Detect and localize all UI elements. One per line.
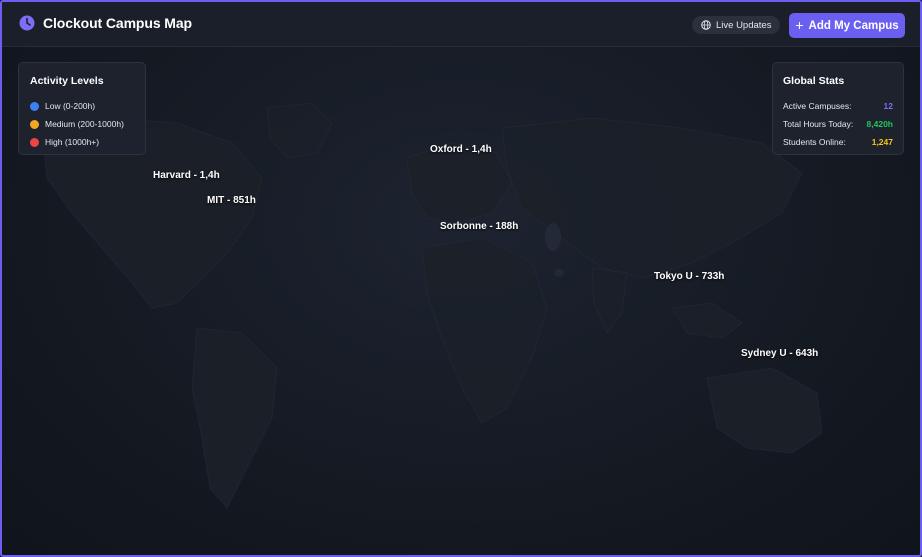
legend-label: Low (0-200h)	[45, 101, 96, 111]
stat-students-online: Students Online: 1,247	[783, 133, 893, 151]
live-updates-indicator[interactable]: Live Updates	[692, 16, 780, 34]
stat-value: 8,420h	[866, 119, 893, 129]
live-updates-label: Live Updates	[716, 19, 772, 31]
legend-item-low: Low (0-200h)	[30, 97, 145, 115]
add-campus-label: Add My Campus	[808, 19, 899, 32]
campus-marker-oxford[interactable]: Oxford - 1,4h	[430, 144, 492, 155]
medium-dot-icon	[30, 119, 39, 129]
legend-item-medium: Medium (200-1000h)	[30, 115, 145, 133]
stat-label: Total Hours Today:	[783, 119, 854, 129]
plus-icon: +	[795, 17, 804, 33]
stat-total-hours: Total Hours Today: 8,420h	[783, 115, 893, 133]
stat-value: 12	[883, 101, 893, 111]
global-stats-panel: Global Stats Active Campuses: 12 Total H…	[772, 62, 904, 155]
legend-label: High (1000h+)	[45, 137, 100, 147]
high-dot-icon	[30, 137, 39, 147]
legend-title: Activity Levels	[30, 75, 104, 87]
app-title: Clockout Campus Map	[43, 15, 193, 31]
clock-icon	[19, 15, 35, 31]
campus-marker-tokyo-u[interactable]: Tokyo U - 733h	[654, 271, 724, 282]
app-window: Clockout Campus Map Live Updates + Add M…	[0, 0, 922, 557]
stat-value: 1,247	[871, 137, 893, 147]
campus-marker-sorbonne[interactable]: Sorbonne - 188h	[440, 221, 518, 232]
globe-icon	[701, 20, 711, 30]
activity-legend: Activity Levels Low (0-200h) Medium (200…	[18, 62, 146, 155]
add-campus-button[interactable]: + Add My Campus	[789, 13, 905, 38]
app-header: Clockout Campus Map Live Updates + Add M…	[2, 2, 920, 47]
stat-active-campuses: Active Campuses: 12	[783, 97, 893, 115]
campus-marker-mit[interactable]: MIT - 851h	[207, 195, 256, 206]
stat-label: Active Campuses:	[783, 101, 852, 111]
stat-label: Students Online:	[783, 137, 846, 147]
campus-marker-harvard[interactable]: Harvard - 1,4h	[153, 170, 220, 181]
legend-item-high: High (1000h+)	[30, 133, 145, 151]
low-dot-icon	[30, 101, 39, 111]
legend-label: Medium (200-1000h)	[45, 119, 124, 129]
stats-title: Global Stats	[783, 75, 845, 87]
campus-marker-sydney-u[interactable]: Sydney U - 643h	[741, 348, 818, 359]
brand: Clockout Campus Map	[19, 15, 192, 31]
